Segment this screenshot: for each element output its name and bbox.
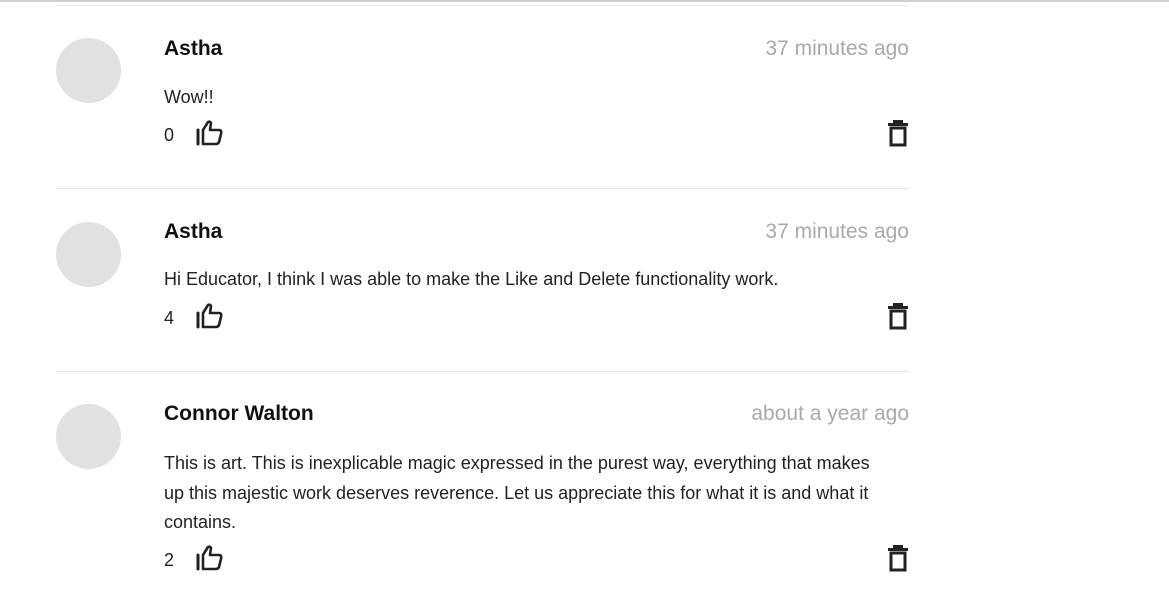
like-count: 2 [164, 550, 175, 570]
comments-list: Astha 37 minutes ago Wow!! 0 Astha 37 mi… [56, 5, 909, 597]
avatar [56, 38, 121, 103]
like-button[interactable] [195, 303, 223, 329]
thumbs-up-icon [196, 120, 223, 146]
trash-icon [888, 545, 908, 572]
thumbs-up-icon [196, 545, 223, 571]
comment-text: Hi Educator, I think I was able to make … [164, 269, 779, 289]
top-divider [0, 0, 1169, 2]
thumbs-up-icon [196, 303, 223, 329]
comment-item: Astha 37 minutes ago Wow!! 0 [56, 5, 909, 188]
trash-icon [888, 303, 908, 330]
comment-timestamp: 37 minutes ago [765, 220, 909, 243]
comment-text: Wow!! [164, 87, 214, 107]
comment-text: This is art. This is inexplicable magic … [164, 453, 870, 532]
trash-icon [888, 120, 908, 147]
comment-author: Connor Walton [164, 402, 314, 425]
comment-timestamp: 37 minutes ago [765, 37, 909, 60]
like-button[interactable] [195, 120, 223, 146]
comment-author: Astha [164, 220, 223, 243]
comment-item: Connor Walton about a year ago This is a… [56, 371, 909, 597]
comment-timestamp: about a year ago [751, 402, 909, 425]
delete-button[interactable] [887, 544, 909, 572]
like-button[interactable] [195, 545, 223, 571]
avatar [56, 404, 121, 469]
like-count: 4 [164, 308, 175, 328]
delete-button[interactable] [887, 302, 909, 330]
comment-author: Astha [164, 37, 223, 60]
like-count: 0 [164, 125, 175, 145]
avatar [56, 222, 121, 287]
delete-button[interactable] [887, 119, 909, 147]
comment-item: Astha 37 minutes ago Hi Educator, I thin… [56, 188, 909, 371]
